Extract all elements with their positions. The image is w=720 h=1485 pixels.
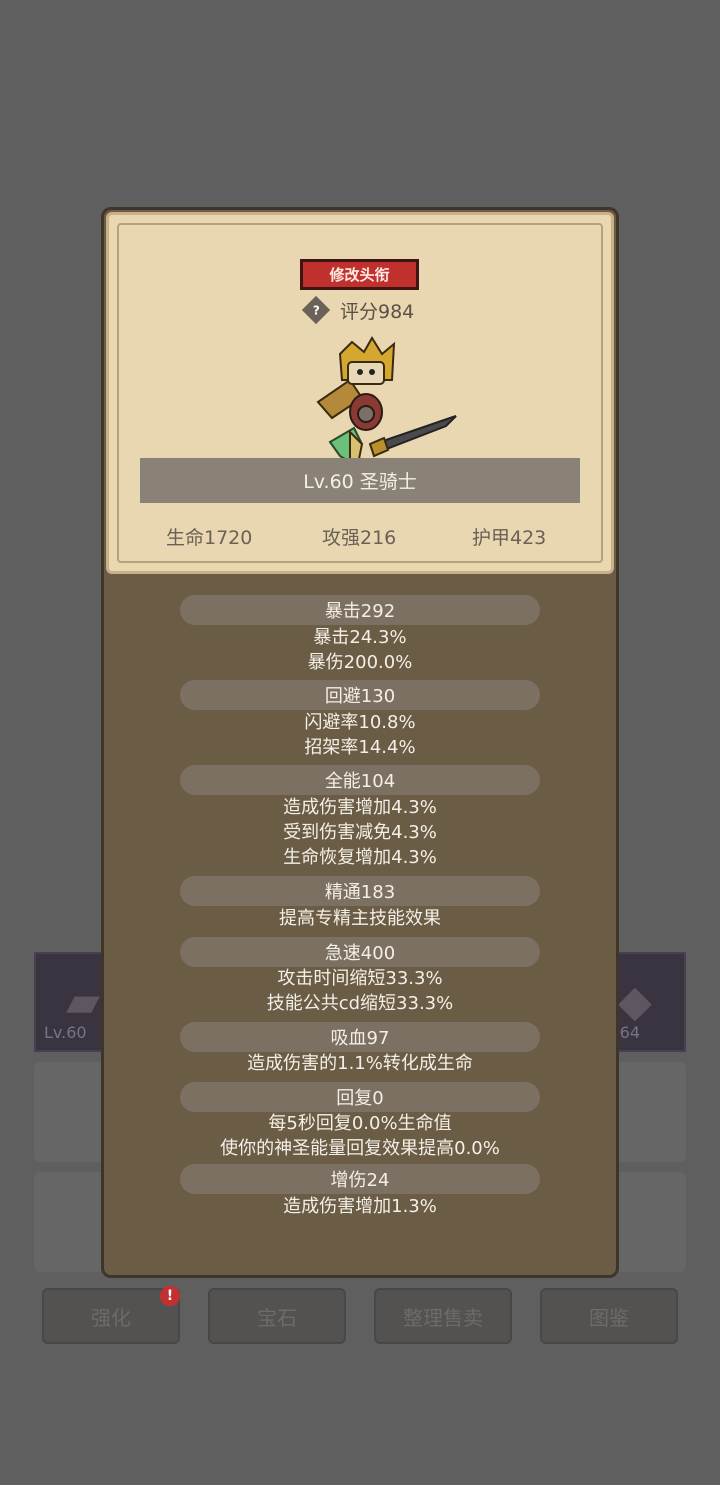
amulet-icon: ◆ [618,976,652,1027]
help-icon[interactable]: ? [301,295,331,325]
stat-line: 暴击24.3% [313,627,407,648]
stat-line: 每5秒回复0.0%生命值 [268,1113,452,1134]
stat-damage-bonus-header: 增伤24 [180,1164,540,1194]
stat-mastery-header: 精通183 [180,876,540,906]
slot-level: Lv.60 [44,1023,87,1042]
stat-line: 技能公共cd缩短33.3% [266,993,454,1014]
collection-label: 图鉴 [589,1305,629,1330]
stat-line: 暴伤200.0% [307,652,413,673]
armor-stat: 护甲423 [472,527,547,549]
stat-crit-header: 暴击292 [180,595,540,625]
stat-line: 提高专精主技能效果 [279,908,441,929]
sort-sell-button[interactable]: 整理售卖 [374,1288,512,1344]
enhance-label: 强化 [91,1305,131,1330]
alert-badge: ! [160,1286,180,1306]
stat-lifesteal-header: 吸血97 [180,1022,540,1052]
stat-line: 造成伤害的1.1%转化成生命 [247,1053,473,1074]
stat-line: 闪避率10.8% [304,712,416,733]
hp-stat: 生命1720 [166,527,253,549]
stat-versatility-header: 全能104 [180,765,540,795]
stat-regen-header: 回复0 [180,1082,540,1112]
score-row: ? 评分984 [301,295,415,325]
stat-line: 使你的神圣能量回复效果提高0.0% [220,1138,500,1159]
stat-line: 受到伤害减免4.3% [283,822,437,843]
enhance-button[interactable]: 强化 ! [42,1286,180,1344]
attack-stat: 攻强216 [322,527,397,549]
edit-title-button[interactable]: 修改头衔 [300,259,419,290]
gem-button[interactable]: 宝石 [208,1288,346,1344]
armor-icon: ▰ [66,976,100,1027]
character-name-level: Lv.60 圣骑士 [140,458,580,503]
stat-line: 造成伤害增加4.3% [283,797,437,818]
stat-line: 招架率14.4% [304,737,416,758]
paladin-avatar [316,336,457,466]
stat-haste-header: 急速400 [180,937,540,967]
stat-line: 造成伤害增加1.3% [283,1196,437,1217]
stat-evasion-header: 回避130 [180,680,540,710]
score-value: 评分984 [340,300,415,323]
collection-button[interactable]: 图鉴 [540,1288,678,1344]
slot-level: 64 [619,1023,640,1042]
sort-sell-label: 整理售卖 [403,1305,483,1330]
gem-label: 宝石 [257,1305,297,1330]
stat-line: 生命恢复增加4.3% [283,847,437,868]
stat-line: 攻击时间缩短33.3% [277,968,443,989]
